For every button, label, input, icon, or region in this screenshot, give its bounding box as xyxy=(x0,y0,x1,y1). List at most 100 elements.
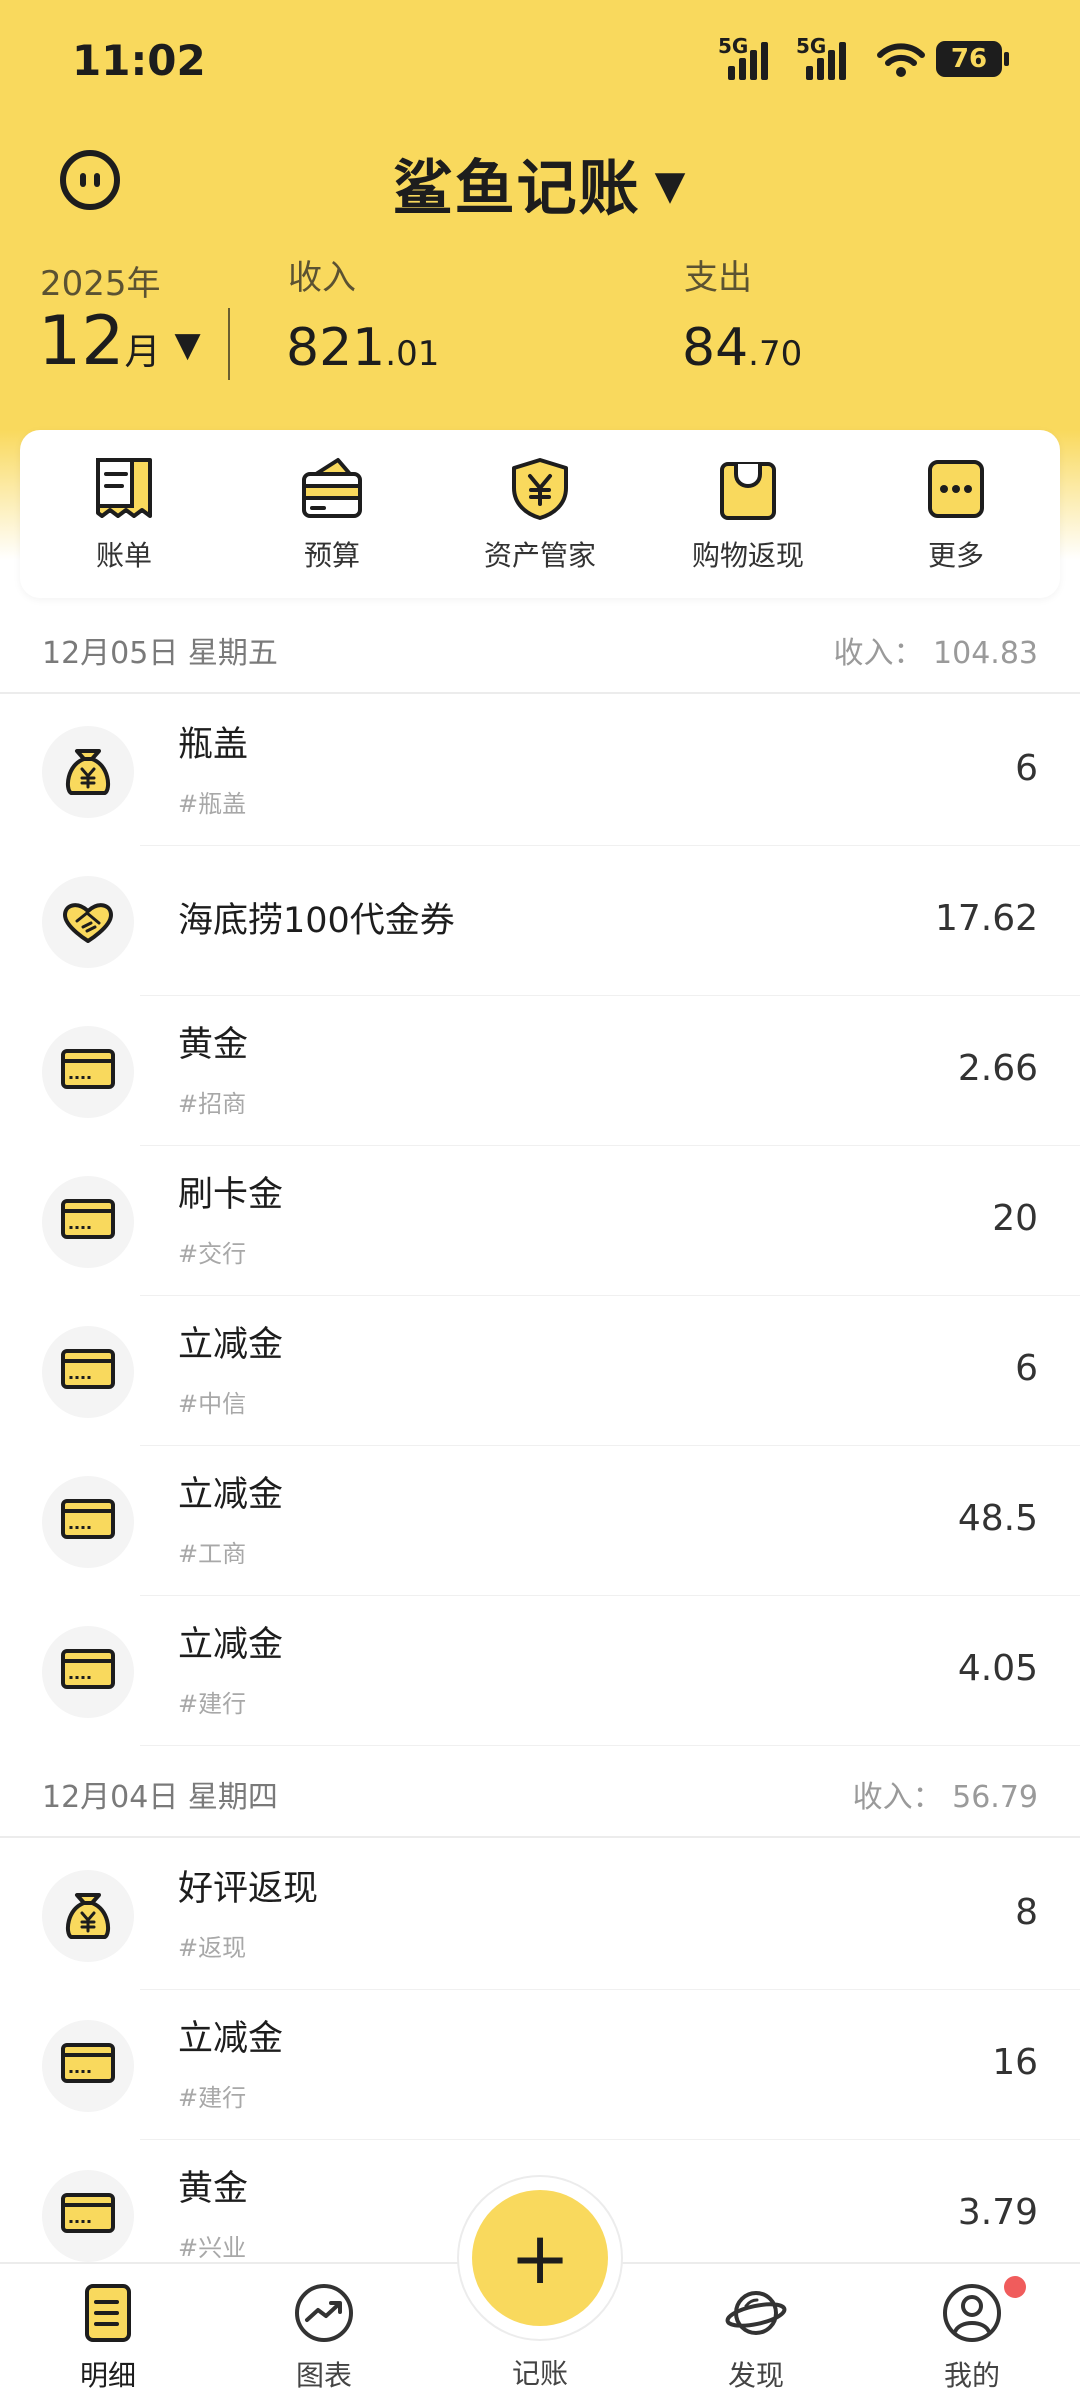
transaction-name: 立减金 xyxy=(178,1325,284,1365)
transaction-row[interactable]: 黄金 #招商 2.66 xyxy=(0,996,1080,1146)
quick-budget-label: 预算 xyxy=(303,539,360,572)
transaction-amount: 2.66 xyxy=(957,1048,1038,1089)
tab-discover[interactable]: 发现 xyxy=(648,2264,864,2400)
row-divider xyxy=(140,1745,1080,1746)
transaction-row[interactable]: 海底捞100代金券 17.62 xyxy=(0,846,1080,996)
status-icons: 5G 5G 76 xyxy=(718,34,1009,80)
month-selector[interactable]: 12月 ▼ xyxy=(38,302,201,381)
expense-label: 支出 xyxy=(684,258,752,298)
shopping-bag-icon xyxy=(720,462,776,520)
transaction-row[interactable]: 刷卡金 #交行 20 xyxy=(0,1146,1080,1296)
transaction-tag: #招商 xyxy=(178,1090,247,1118)
quick-more[interactable]: 更多 xyxy=(852,430,1060,598)
app-title[interactable]: 鲨鱼记账 ▼ xyxy=(0,140,1080,227)
tab-charts[interactable]: 图表 xyxy=(216,2264,432,2400)
quick-assets-label: 资产管家 xyxy=(483,539,596,572)
card-icon xyxy=(42,1176,134,1268)
transaction-row[interactable]: 立减金 #建行 16 xyxy=(0,1990,1080,2140)
transaction-tag: #返现 xyxy=(178,1934,247,1962)
card-icon xyxy=(42,2020,134,2112)
quick-bill-label: 账单 xyxy=(95,539,152,572)
transaction-tag: #建行 xyxy=(178,2084,247,2112)
record-button[interactable]: + xyxy=(472,2190,608,2326)
income-int: 821 xyxy=(286,318,386,378)
tab-details-label: 明细 xyxy=(79,2359,136,2392)
more-icon xyxy=(928,460,984,518)
money-bag-icon xyxy=(42,1870,134,1962)
quick-shopping[interactable]: 购物返现 xyxy=(644,430,852,598)
planet-icon xyxy=(725,2291,787,2335)
transaction-amount: 20 xyxy=(992,1198,1038,1239)
tab-details[interactable]: 明细 xyxy=(0,2264,216,2400)
expense-dec: .70 xyxy=(748,334,803,374)
transaction-name: 立减金 xyxy=(178,1625,284,1665)
quick-bill[interactable]: 账单 xyxy=(20,430,228,598)
transaction-tag: #中信 xyxy=(178,1390,247,1418)
transaction-name: 海底捞100代金券 xyxy=(178,901,455,941)
user-icon xyxy=(943,2284,1001,2342)
network-label: 5G xyxy=(796,34,827,58)
transaction-row[interactable]: 好评返现 #返现 8 xyxy=(0,1840,1080,1990)
tab-discover-label: 发现 xyxy=(727,2359,784,2392)
shield-yuan-icon xyxy=(512,458,568,520)
money-bag-icon xyxy=(42,726,134,818)
transaction-tag: #工商 xyxy=(178,1540,247,1568)
handshake-icon xyxy=(42,876,134,968)
transaction-name: 好评返现 xyxy=(178,1869,319,1909)
transaction-name: 黄金 xyxy=(178,1025,249,1065)
date-header: 12月04日 星期四 收入： 56.79 xyxy=(0,1748,1080,1838)
record-button-label: 记账 xyxy=(511,2357,568,2390)
transaction-amount: 6 xyxy=(1015,748,1038,789)
transaction-name: 立减金 xyxy=(178,2019,284,2059)
transaction-row[interactable]: 瓶盖 #瓶盖 6 xyxy=(0,696,1080,846)
transaction-tag: #瓶盖 xyxy=(178,790,247,818)
quick-assets[interactable]: 资产管家 xyxy=(436,430,644,598)
transaction-amount: 6 xyxy=(1015,1348,1038,1389)
transaction-tag: #交行 xyxy=(178,1240,247,1268)
status-time: 11:02 xyxy=(72,36,206,85)
quick-budget[interactable]: 预算 xyxy=(228,430,436,598)
quick-shopping-label: 购物返现 xyxy=(691,539,804,572)
transaction-row[interactable]: 立减金 #中信 6 xyxy=(0,1296,1080,1446)
transaction-amount: 8 xyxy=(1015,1892,1038,1933)
battery-icon: 76 xyxy=(936,41,1009,77)
card-icon xyxy=(42,1476,134,1568)
transaction-row[interactable]: 立减金 #工商 48.5 xyxy=(0,1446,1080,1596)
card-icon xyxy=(42,1626,134,1718)
transaction-amount: 4.05 xyxy=(957,1648,1038,1689)
card-icon xyxy=(42,1026,134,1118)
year-label: 2025年 xyxy=(40,264,161,304)
date-label: 12月05日 星期五 xyxy=(42,636,278,671)
tab-mine-label: 我的 xyxy=(943,2359,1000,2392)
quick-actions: 账单 预算 资产管家 购物返现 更多 xyxy=(20,430,1060,598)
caret-down-icon: ▼ xyxy=(174,325,201,365)
transaction-name: 瓶盖 xyxy=(178,725,249,765)
date-label: 12月04日 星期四 xyxy=(42,1780,278,1815)
signal-icon: 5G xyxy=(796,34,858,80)
transaction-row[interactable]: 立减金 #建行 4.05 xyxy=(0,1596,1080,1746)
date-header: 12月05日 星期五 收入： 104.83 xyxy=(0,604,1080,694)
tab-charts-label: 图表 xyxy=(295,2359,352,2392)
wallet-icon xyxy=(302,458,362,518)
day-income-summary: 收入： 56.79 xyxy=(852,1780,1038,1815)
expense-int: 84 xyxy=(682,318,749,378)
divider xyxy=(228,308,230,380)
card-icon xyxy=(42,2170,134,2262)
month-value: 12 xyxy=(38,302,125,381)
trend-chart-icon xyxy=(295,2284,353,2342)
network-label: 5G xyxy=(718,34,749,58)
income-label: 收入 xyxy=(288,258,356,298)
transaction-tag: #建行 xyxy=(178,1690,247,1718)
card-icon xyxy=(42,1326,134,1418)
quick-more-label: 更多 xyxy=(927,539,984,572)
transaction-name: 刷卡金 xyxy=(178,1175,284,1215)
transaction-amount: 17.62 xyxy=(934,898,1038,939)
bill-icon xyxy=(96,458,152,518)
transaction-amount: 3.79 xyxy=(957,2192,1038,2233)
month-unit: 月 xyxy=(124,332,161,373)
tab-mine[interactable]: 我的 xyxy=(864,2264,1080,2400)
plus-icon: + xyxy=(509,2216,571,2300)
wifi-icon xyxy=(877,43,925,77)
notification-dot xyxy=(1004,2276,1026,2298)
day-income-summary: 收入： 104.83 xyxy=(833,636,1038,671)
